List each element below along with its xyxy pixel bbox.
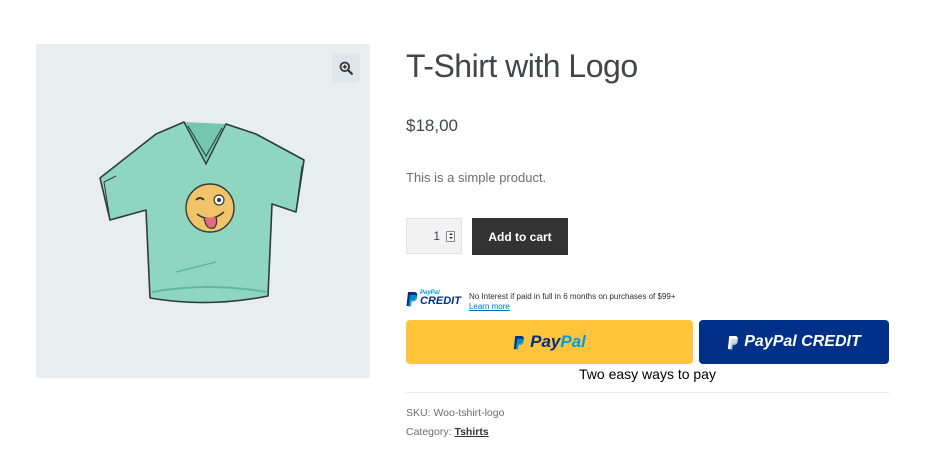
paypal-p-white-icon [728, 335, 739, 350]
sku-value: Woo-tshirt-logo [433, 407, 505, 419]
credit-offer-text: No Interest if paid in full in 6 months … [468, 292, 676, 301]
paypal-word-pal: Pal [560, 332, 586, 351]
quantity-stepper[interactable]: 1 [406, 218, 462, 254]
zoom-button[interactable] [332, 54, 360, 82]
paypal-p-icon [406, 291, 418, 306]
product-sku: SKU: Woo-tshirt-logo [406, 407, 504, 419]
paypal-credit-logo: PayPal CREDIT [406, 290, 461, 307]
category-link[interactable]: Tshirts [454, 426, 488, 438]
paypal-p-icon [513, 335, 524, 350]
sku-label: SKU: [406, 407, 431, 419]
product-category: Category: Tshirts [406, 426, 489, 438]
add-to-cart-button[interactable]: Add to cart [472, 218, 568, 255]
increment-icon[interactable] [448, 232, 453, 235]
product-page: T-Shirt with Logo $18,00 This is a simpl… [0, 0, 950, 463]
credit-logo-big-text: CREDIT [420, 295, 461, 307]
credit-text: No Interest if paid in full in 6 months … [469, 290, 676, 312]
product-title: T-Shirt with Logo [406, 48, 638, 84]
emoji-logo-icon [185, 183, 235, 233]
divider [406, 392, 889, 393]
decrement-icon[interactable] [448, 237, 453, 240]
paypal-credit-message: PayPal CREDIT No Interest if paid in ful… [406, 290, 676, 312]
paypal-word-pay: Pay [530, 332, 561, 351]
category-label: Category: [406, 426, 452, 438]
paypal-tagline: Two easy ways to pay [579, 366, 716, 382]
product-price: $18,00 [406, 116, 458, 135]
zoom-in-icon [339, 61, 353, 75]
product-description: This is a simple product. [406, 170, 547, 185]
quantity-value: 1 [433, 229, 440, 243]
paypal-credit-button[interactable]: PayPal CREDIT [699, 320, 889, 364]
quantity-spinner[interactable] [446, 230, 455, 242]
product-image[interactable] [96, 112, 312, 312]
learn-more-link[interactable]: Learn more [469, 302, 676, 312]
paypal-button[interactable]: PayPal [406, 320, 693, 364]
paypal-credit-label: PayPal CREDIT [744, 333, 861, 350]
